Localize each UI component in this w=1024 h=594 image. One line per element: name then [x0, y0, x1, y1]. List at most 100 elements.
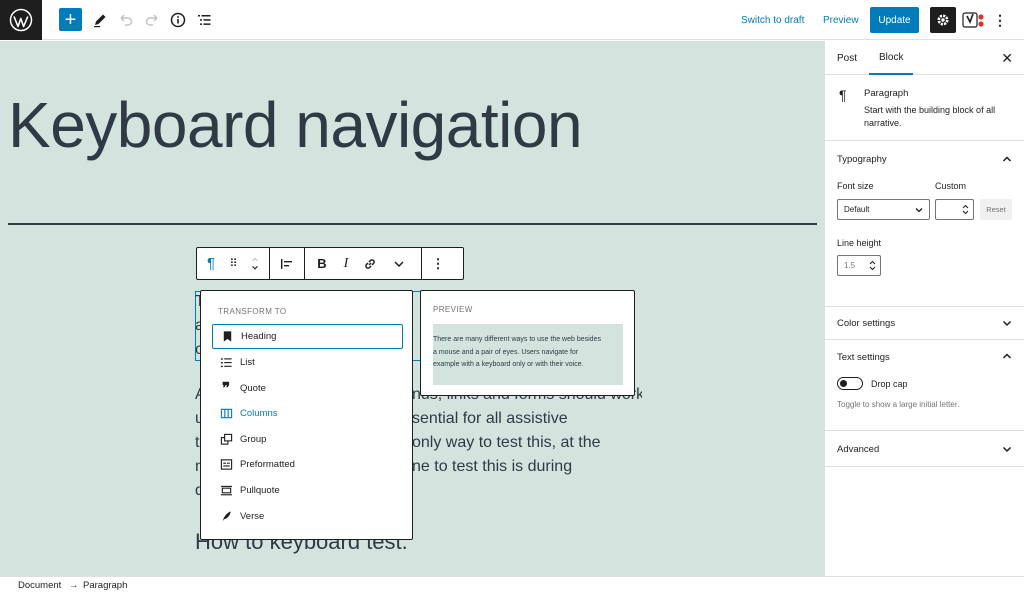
switch-to-draft-button[interactable]: Switch to draft	[741, 12, 804, 28]
top-toolbar: + Switch to draft Preview Update ⋮	[0, 0, 1024, 40]
settings-sidebar: Post Block ✕ ¶ Paragraph Start with the …	[824, 41, 1024, 576]
stepper-icon	[869, 260, 876, 271]
more-options-button[interactable]: ⋮	[989, 8, 1011, 32]
pilcrow-icon: ¶	[206, 255, 216, 272]
breadcrumb-document[interactable]: Document	[18, 580, 61, 591]
pullquote-icon	[219, 484, 233, 498]
undo-icon	[120, 14, 133, 26]
transform-item-label: Columns	[240, 408, 278, 419]
reset-font-size-button[interactable]: Reset	[980, 199, 1012, 220]
close-icon: ✕	[1001, 50, 1013, 66]
more-rich-text-button[interactable]	[382, 248, 416, 279]
link-button[interactable]	[358, 248, 382, 279]
paragraph-line: sential for all assistive	[412, 410, 568, 427]
line-height-input[interactable]: 1.5	[837, 255, 881, 276]
plus-icon: +	[64, 8, 77, 31]
pilcrow-icon: ¶	[839, 87, 847, 103]
toggle-knob	[840, 380, 847, 387]
font-size-label: Font size	[837, 181, 874, 191]
columns-icon	[219, 407, 233, 421]
typography-panel-toggle[interactable]: Typography	[837, 154, 887, 165]
vertical-ellipsis-icon: ⋮	[993, 11, 1007, 28]
preview-label: PREVIEW	[433, 305, 473, 314]
paragraph-line: ne to test this is during	[412, 458, 573, 475]
preview-line: There are many different ways to use the…	[433, 336, 601, 343]
transform-item-list[interactable]: List	[212, 350, 403, 375]
paragraph-line: only way to test this, at the	[412, 434, 601, 451]
details-button[interactable]	[167, 8, 189, 32]
preview-button[interactable]: Preview	[823, 12, 859, 28]
transform-menu: TRANSFORM TO Heading List ❞ Quote Column…	[200, 290, 413, 540]
tab-block[interactable]: Block	[869, 41, 914, 75]
wordpress-logo-button[interactable]	[0, 0, 42, 40]
drag-handle-icon: ⠿	[229, 258, 237, 270]
block-card: ¶ Paragraph Start with the building bloc…	[825, 76, 1024, 141]
transform-item-pullquote[interactable]: Pullquote	[212, 478, 403, 503]
block-card-title: Paragraph	[864, 88, 909, 99]
chevron-down-icon	[394, 260, 404, 267]
line-height-value: 1.5	[844, 261, 856, 270]
align-button[interactable]	[275, 248, 299, 279]
arrow-right-icon: →	[69, 580, 79, 591]
settings-button[interactable]	[930, 7, 956, 33]
drag-handle[interactable]: ⠿	[223, 248, 243, 279]
close-sidebar-button[interactable]: ✕	[1001, 50, 1013, 67]
info-icon	[170, 12, 186, 28]
update-button[interactable]: Update	[870, 7, 919, 33]
color-settings-toggle[interactable]: Color settings	[837, 318, 895, 329]
line-height-label: Line height	[837, 238, 882, 248]
color-settings-panel[interactable]: Color settings	[825, 307, 1024, 340]
block-breadcrumb: Document → Paragraph	[0, 576, 1024, 594]
transform-item-heading[interactable]: Heading	[212, 324, 403, 349]
transform-item-group[interactable]: Group	[212, 427, 403, 452]
move-block-buttons[interactable]	[243, 248, 267, 279]
list-icon	[219, 356, 233, 370]
transform-item-verse[interactable]: Verse	[212, 504, 403, 529]
preview-line: example with a keyboard only or with the…	[433, 361, 584, 368]
block-toolbar: ¶ ⠿ B I ⋮	[196, 247, 464, 280]
bold-icon: B	[317, 256, 327, 271]
tab-post[interactable]: Post	[837, 41, 857, 75]
transform-item-label: Preformatted	[240, 459, 295, 470]
transform-item-quote[interactable]: ❞ Quote	[212, 376, 403, 401]
drop-cap-toggle[interactable]	[837, 377, 863, 390]
transform-item-label: List	[240, 357, 255, 368]
chevron-up-icon[interactable]	[1001, 153, 1013, 165]
stepper-icon	[962, 204, 969, 215]
italic-button[interactable]: I	[334, 248, 358, 279]
chevron-up-icon[interactable]	[1001, 350, 1013, 362]
transform-item-label: Group	[240, 434, 267, 445]
pencil-icon	[94, 14, 106, 28]
advanced-toggle[interactable]: Advanced	[837, 444, 879, 455]
yoast-seo-button[interactable]	[961, 8, 987, 32]
advanced-panel[interactable]: Advanced	[825, 431, 1024, 467]
text-settings-toggle[interactable]: Text settings	[837, 352, 890, 363]
custom-size-label: Custom	[935, 181, 967, 191]
preformatted-icon	[219, 458, 233, 472]
post-title[interactable]: Keyboard navigation	[8, 93, 583, 157]
bold-button[interactable]: B	[310, 248, 334, 279]
transform-item-columns[interactable]: Columns	[212, 401, 403, 426]
undo-button[interactable]	[115, 8, 137, 32]
outline-button[interactable]	[193, 8, 215, 32]
tools-button[interactable]	[89, 8, 111, 32]
add-block-button[interactable]: +	[59, 8, 82, 31]
block-card-description: Start with the building block of all nar…	[864, 105, 996, 128]
block-options-button[interactable]: ⋮	[426, 248, 450, 279]
block-type-button[interactable]: ¶	[199, 248, 223, 279]
gear-icon	[937, 14, 949, 26]
separator-block[interactable]	[8, 223, 817, 225]
custom-font-size-input[interactable]	[935, 199, 974, 220]
preview-line: a mouse and a pair of eyes. Users naviga…	[433, 348, 579, 356]
drop-cap-help: Toggle to show a large initial letter.	[837, 400, 960, 409]
vertical-ellipsis-icon: ⋮	[431, 255, 445, 271]
transform-item-preformatted[interactable]: Preformatted	[212, 452, 403, 477]
chevron-down-icon	[915, 208, 923, 213]
redo-button[interactable]	[141, 8, 163, 32]
transform-item-label: Heading	[241, 331, 277, 342]
breadcrumb-paragraph[interactable]: Paragraph	[83, 580, 127, 591]
align-left-icon	[281, 258, 292, 269]
transform-item-label: Quote	[240, 383, 266, 394]
font-size-select[interactable]: Default	[837, 199, 930, 220]
chevron-down-icon	[1002, 446, 1012, 453]
